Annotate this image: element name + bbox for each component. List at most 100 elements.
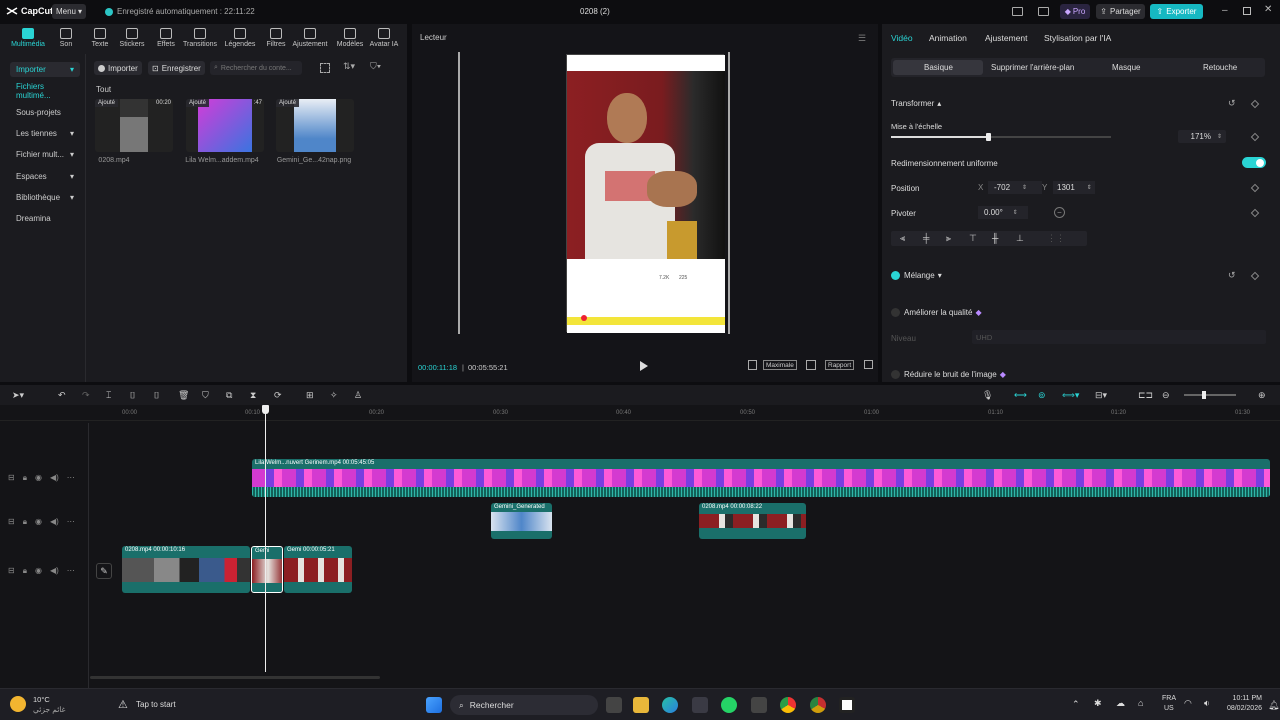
filter-icon[interactable]: ⛉▾ <box>370 61 381 72</box>
align-top-icon[interactable]: ⊤ <box>969 233 977 244</box>
sort-icon[interactable]: ⇅▾ <box>343 61 355 72</box>
share-button[interactable]: ⇪ Partager <box>1096 4 1145 19</box>
crop-icon[interactable]: ⧉ <box>226 390 232 401</box>
sidebar-item-import[interactable]: Importer ▾ <box>10 62 80 77</box>
close-icon[interactable]: ✕ <box>1264 4 1272 15</box>
keyframe-icon[interactable] <box>1250 132 1260 142</box>
media-thumb[interactable]: Ajouté <box>276 99 354 152</box>
sidebar-item-library[interactable]: Bibliothèque ▾ <box>10 190 80 205</box>
eye-icon[interactable]: ◉ <box>35 566 42 576</box>
scale-input[interactable]: 171% ⇕ <box>1178 130 1226 143</box>
blend-section[interactable]: Mélange ▾ <box>904 271 942 280</box>
audio-icon[interactable]: ◀︎) <box>50 473 59 483</box>
zoom-out-icon[interactable]: ⊖ <box>1162 390 1170 401</box>
media-thumb[interactable]: Ajouté :47 <box>186 99 264 152</box>
denoise-section[interactable]: Réduire le bruit de l'image ◆ <box>904 370 1006 379</box>
subtab-retouch[interactable]: Retouche <box>1203 63 1237 72</box>
lang-secondary[interactable]: US <box>1164 705 1174 712</box>
bluetooth-icon[interactable]: ✱ <box>1094 698 1102 709</box>
layout-icon[interactable] <box>1012 7 1023 16</box>
chrome-profile-icon[interactable] <box>810 697 826 713</box>
enhance-checkbox[interactable] <box>891 308 900 317</box>
sidebar-item-yours[interactable]: Les tiennes ▾ <box>10 126 80 141</box>
sidebar-item-file-mult[interactable]: Fichier mult... ▾ <box>10 147 80 162</box>
export-button[interactable]: ⇧ Exporter <box>1150 4 1203 19</box>
timeline-clip-overlay[interactable]: 0208.mp4 00:00:08:22 <box>699 503 806 539</box>
chrome-icon[interactable] <box>780 697 796 713</box>
magnet-icon[interactable]: ⊚ <box>1038 390 1046 401</box>
align-center-v-icon[interactable]: ╫ <box>992 233 998 243</box>
lock-icon[interactable]: 🔒︎ <box>23 566 27 576</box>
playhead-handle[interactable] <box>262 405 269 414</box>
tip-text[interactable]: Tap to start <box>136 700 176 709</box>
keyframe-icon[interactable] <box>1250 271 1260 281</box>
edge-icon[interactable] <box>662 697 678 713</box>
sidebar-item-dreamina[interactable]: Dreamina <box>10 211 80 226</box>
taskbar-search[interactable]: ⌕ Rechercher <box>450 695 598 715</box>
align-bottom-icon[interactable]: ⊥ <box>1016 233 1024 244</box>
capcut-taskbar-icon[interactable] <box>839 697 855 713</box>
clock-date[interactable]: 08/02/2026 <box>1222 705 1262 712</box>
person-icon[interactable]: ♙ <box>354 390 362 401</box>
keyframe-icon[interactable] <box>1250 183 1260 193</box>
mirror-icon[interactable]: ⧗ <box>250 390 256 401</box>
keyframe-icon[interactable] <box>1250 208 1260 218</box>
timeline-clip-gemi[interactable]: Gemi 00:00:05:21 <box>284 546 352 593</box>
ratio-button[interactable]: Rapport <box>825 360 855 370</box>
playhead[interactable] <box>265 407 266 672</box>
video-canvas[interactable]: 7.2K 225 <box>566 54 725 333</box>
undo-icon[interactable]: ↶ <box>58 390 66 401</box>
tab-transitions[interactable]: Transitions <box>180 28 220 48</box>
keyframe-icon[interactable] <box>1250 99 1260 109</box>
search-input[interactable]: ⌕ Rechercher du conte... <box>210 61 302 75</box>
more-icon[interactable]: ⋯ <box>67 517 75 527</box>
zoom-level-button[interactable]: Maximale <box>763 360 797 370</box>
tab-avatar[interactable]: Avatar IA <box>364 28 404 48</box>
cloud-icon[interactable]: ☁ <box>1116 698 1125 709</box>
enhance-section[interactable]: Améliorer la qualité ◆ <box>904 308 982 317</box>
sidebar-item-subprojects[interactable]: Sous-projets <box>10 105 80 120</box>
split-left-icon[interactable]: ⌷ <box>130 390 135 401</box>
timeline-clip-main[interactable]: Lila Welm...nuvert Gerinem.mp4 00:05:45:… <box>252 459 1270 497</box>
maximize-icon[interactable] <box>1243 7 1251 15</box>
fullscreen-icon[interactable] <box>864 360 873 369</box>
sidebar-item-media-files[interactable]: Fichiers multimé... <box>10 82 80 100</box>
align-left-icon[interactable]: ⫷ <box>900 233 905 244</box>
link-icon[interactable]: ⟺▾ <box>1062 390 1079 401</box>
clock-time[interactable]: 10:11 PM <box>1230 695 1262 702</box>
windows-start-icon[interactable] <box>426 697 442 713</box>
more-icon[interactable]: ⋯ <box>67 566 75 576</box>
select-tool-icon[interactable]: ➤▾ <box>12 390 24 401</box>
delete-icon[interactable]: 🗑 <box>178 390 189 401</box>
warning-icon[interactable]: ⚠ <box>118 698 128 711</box>
timeline-clip-0208[interactable]: 0208.mp4 00:00:10:16 <box>122 546 250 593</box>
reset-icon[interactable]: ↺ <box>1228 98 1236 109</box>
mic-icon[interactable]: 🎙 <box>982 390 993 401</box>
weather-icon[interactable] <box>10 696 26 712</box>
tab-media[interactable]: Multimédia <box>8 28 48 48</box>
chevron-up-icon[interactable]: ⌃ <box>1072 699 1080 710</box>
subtab-mask[interactable]: Masque <box>1112 63 1140 72</box>
whatsapp-icon[interactable] <box>721 697 737 713</box>
preview-axis-icon[interactable]: ⊟▾ <box>1095 390 1107 401</box>
pos-y-input[interactable]: 1301 ⇕ <box>1053 181 1095 194</box>
shortcut-icon[interactable] <box>1038 7 1049 16</box>
store-icon[interactable] <box>692 697 708 713</box>
align-center-h-icon[interactable]: ╪ <box>923 233 929 243</box>
rotate-icon[interactable]: ⟳ <box>274 390 282 401</box>
time-ruler[interactable]: 00:00 00:10 00:20 00:30 00:40 00:50 01:00 01:10… <box>0 405 1280 421</box>
minimize-icon[interactable]: – <box>1222 5 1228 16</box>
lock-icon[interactable]: 🔒︎ <box>23 517 27 527</box>
record-button[interactable]: ⊡ Enregistrer <box>148 61 205 75</box>
audio-icon[interactable]: ◀︎) <box>50 517 59 527</box>
scale-slider-track[interactable] <box>891 133 1111 141</box>
scale-slider-knob[interactable] <box>985 133 991 141</box>
file-explorer-icon[interactable] <box>633 697 649 713</box>
volume-icon[interactable]: 🔉︎ <box>1204 698 1210 709</box>
denoise-checkbox[interactable] <box>891 370 900 379</box>
tab-ai-stylization[interactable]: Stylisation par l'IA <box>1044 33 1111 43</box>
blend-checkbox[interactable] <box>891 271 900 280</box>
eye-icon[interactable]: ◉ <box>35 517 42 527</box>
tab-captions[interactable]: Légendes <box>220 28 260 48</box>
menu-button[interactable]: Menu ▾ <box>52 4 86 19</box>
